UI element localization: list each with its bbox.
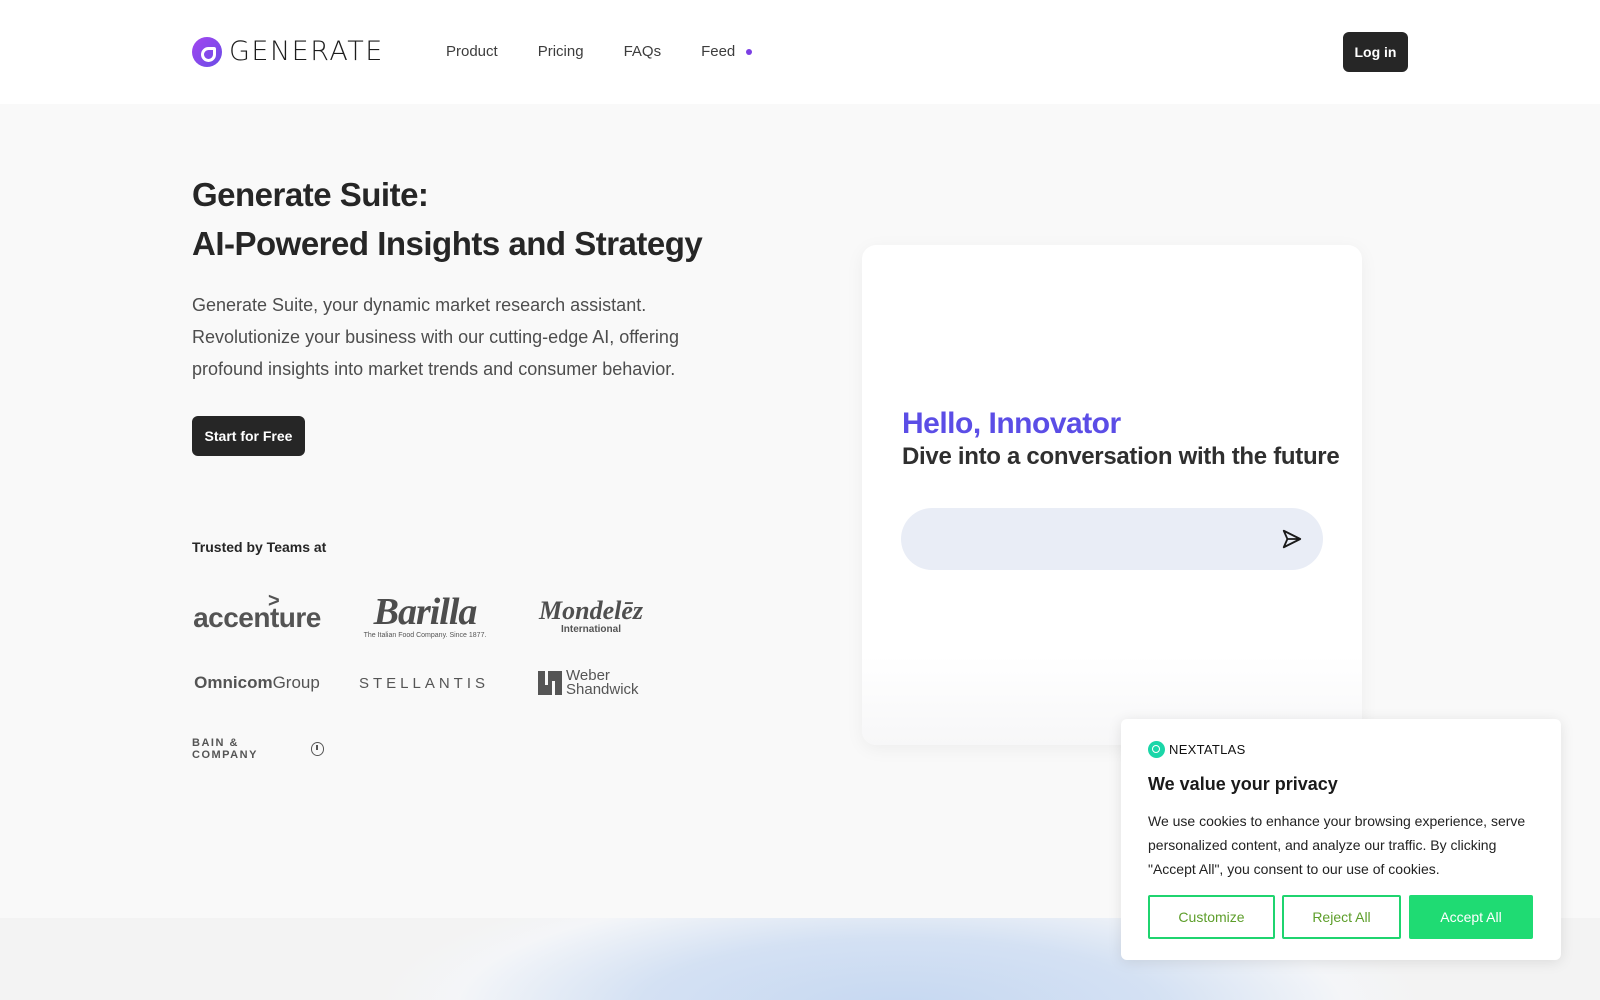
cookie-title: We value your privacy xyxy=(1148,774,1338,794)
feed-new-indicator xyxy=(746,49,752,55)
nav-product[interactable]: Product xyxy=(446,43,498,60)
hero-title-line-1: Generate Suite: xyxy=(192,176,429,213)
omnicom-logo-rest: Group xyxy=(272,673,320,692)
hero-title-line-2: AI-Powered Insights and Strategy xyxy=(192,225,703,262)
mondelez-logo-sub: International xyxy=(560,623,621,635)
brand-logo[interactable]: GENERATE xyxy=(192,36,384,67)
chat-greeting: Hello, Innovator xyxy=(902,407,1121,440)
stellantis-logo: STELLANTIS xyxy=(358,668,490,698)
mondelez-logo-text: Mondelēz xyxy=(539,595,643,625)
weber-line-2: Shandwick xyxy=(566,681,639,698)
cookie-brand: NEXTATLAS xyxy=(1148,741,1246,758)
weber-shandwick-logo: Weber Shandwick xyxy=(538,668,648,698)
cookie-brand-name: NEXTATLAS xyxy=(1169,742,1246,757)
start-for-free-button[interactable]: Start for Free xyxy=(192,416,305,456)
chat-input[interactable] xyxy=(925,508,1265,570)
brand-name: GENERATE xyxy=(229,36,384,67)
accenture-logo: > accenture xyxy=(192,590,322,640)
accept-all-button[interactable]: Accept All xyxy=(1409,895,1533,939)
omnicom-logo: Omnicom Group xyxy=(192,670,322,696)
site-header: GENERATE Product Pricing FAQs Feed Log i… xyxy=(0,0,1600,104)
bain-logo-text: BAIN & COMPANY xyxy=(192,737,258,761)
reject-all-button[interactable]: Reject All xyxy=(1282,895,1401,939)
chat-input-container xyxy=(901,508,1323,570)
cookie-text: We use cookies to enhance your browsing … xyxy=(1148,813,1526,877)
nav-feed[interactable]: Feed xyxy=(701,43,735,60)
barilla-logo-text: Barilla xyxy=(373,590,478,633)
accenture-chevron-icon: > xyxy=(268,590,280,612)
chat-card: Hello, Innovator Dive into a conversatio… xyxy=(862,245,1362,745)
chat-subtitle: Dive into a conversation with the future xyxy=(902,443,1340,470)
login-button[interactable]: Log in xyxy=(1343,32,1408,72)
omnicom-logo-bold: Omnicom xyxy=(194,673,273,692)
nav-pricing[interactable]: Pricing xyxy=(538,43,584,60)
weber-shandwick-mark-icon xyxy=(538,671,562,695)
hero-description: Generate Suite, your dynamic market rese… xyxy=(192,295,679,379)
cookie-consent-banner: NEXTATLAS We value your privacy We use c… xyxy=(1121,719,1561,960)
nextatlas-logo-icon xyxy=(1148,741,1165,758)
bain-clock-icon xyxy=(310,742,324,756)
stellantis-logo-text: STELLANTIS xyxy=(358,674,490,692)
generate-logo-icon xyxy=(192,36,222,67)
weber-shandwick-logo-text: Weber Shandwick xyxy=(566,668,639,698)
hero-title: Generate Suite: AI-Powered Insights and … xyxy=(192,170,703,268)
customize-button[interactable]: Customize xyxy=(1148,895,1275,939)
trusted-by-label: Trusted by Teams at xyxy=(192,539,327,555)
bain-logo: BAIN & COMPANY xyxy=(192,737,324,761)
accenture-logo-text: accenture xyxy=(193,602,321,633)
mondelez-logo: Mondelēz International xyxy=(526,596,656,636)
barilla-tagline: The Italian Food Company. Since 1877. xyxy=(363,631,487,639)
barilla-logo: Barilla The Italian Food Company. Since … xyxy=(360,590,490,640)
main-nav: Product Pricing FAQs Feed xyxy=(446,43,775,60)
nav-faqs[interactable]: FAQs xyxy=(624,43,662,60)
send-icon[interactable] xyxy=(1281,528,1303,550)
